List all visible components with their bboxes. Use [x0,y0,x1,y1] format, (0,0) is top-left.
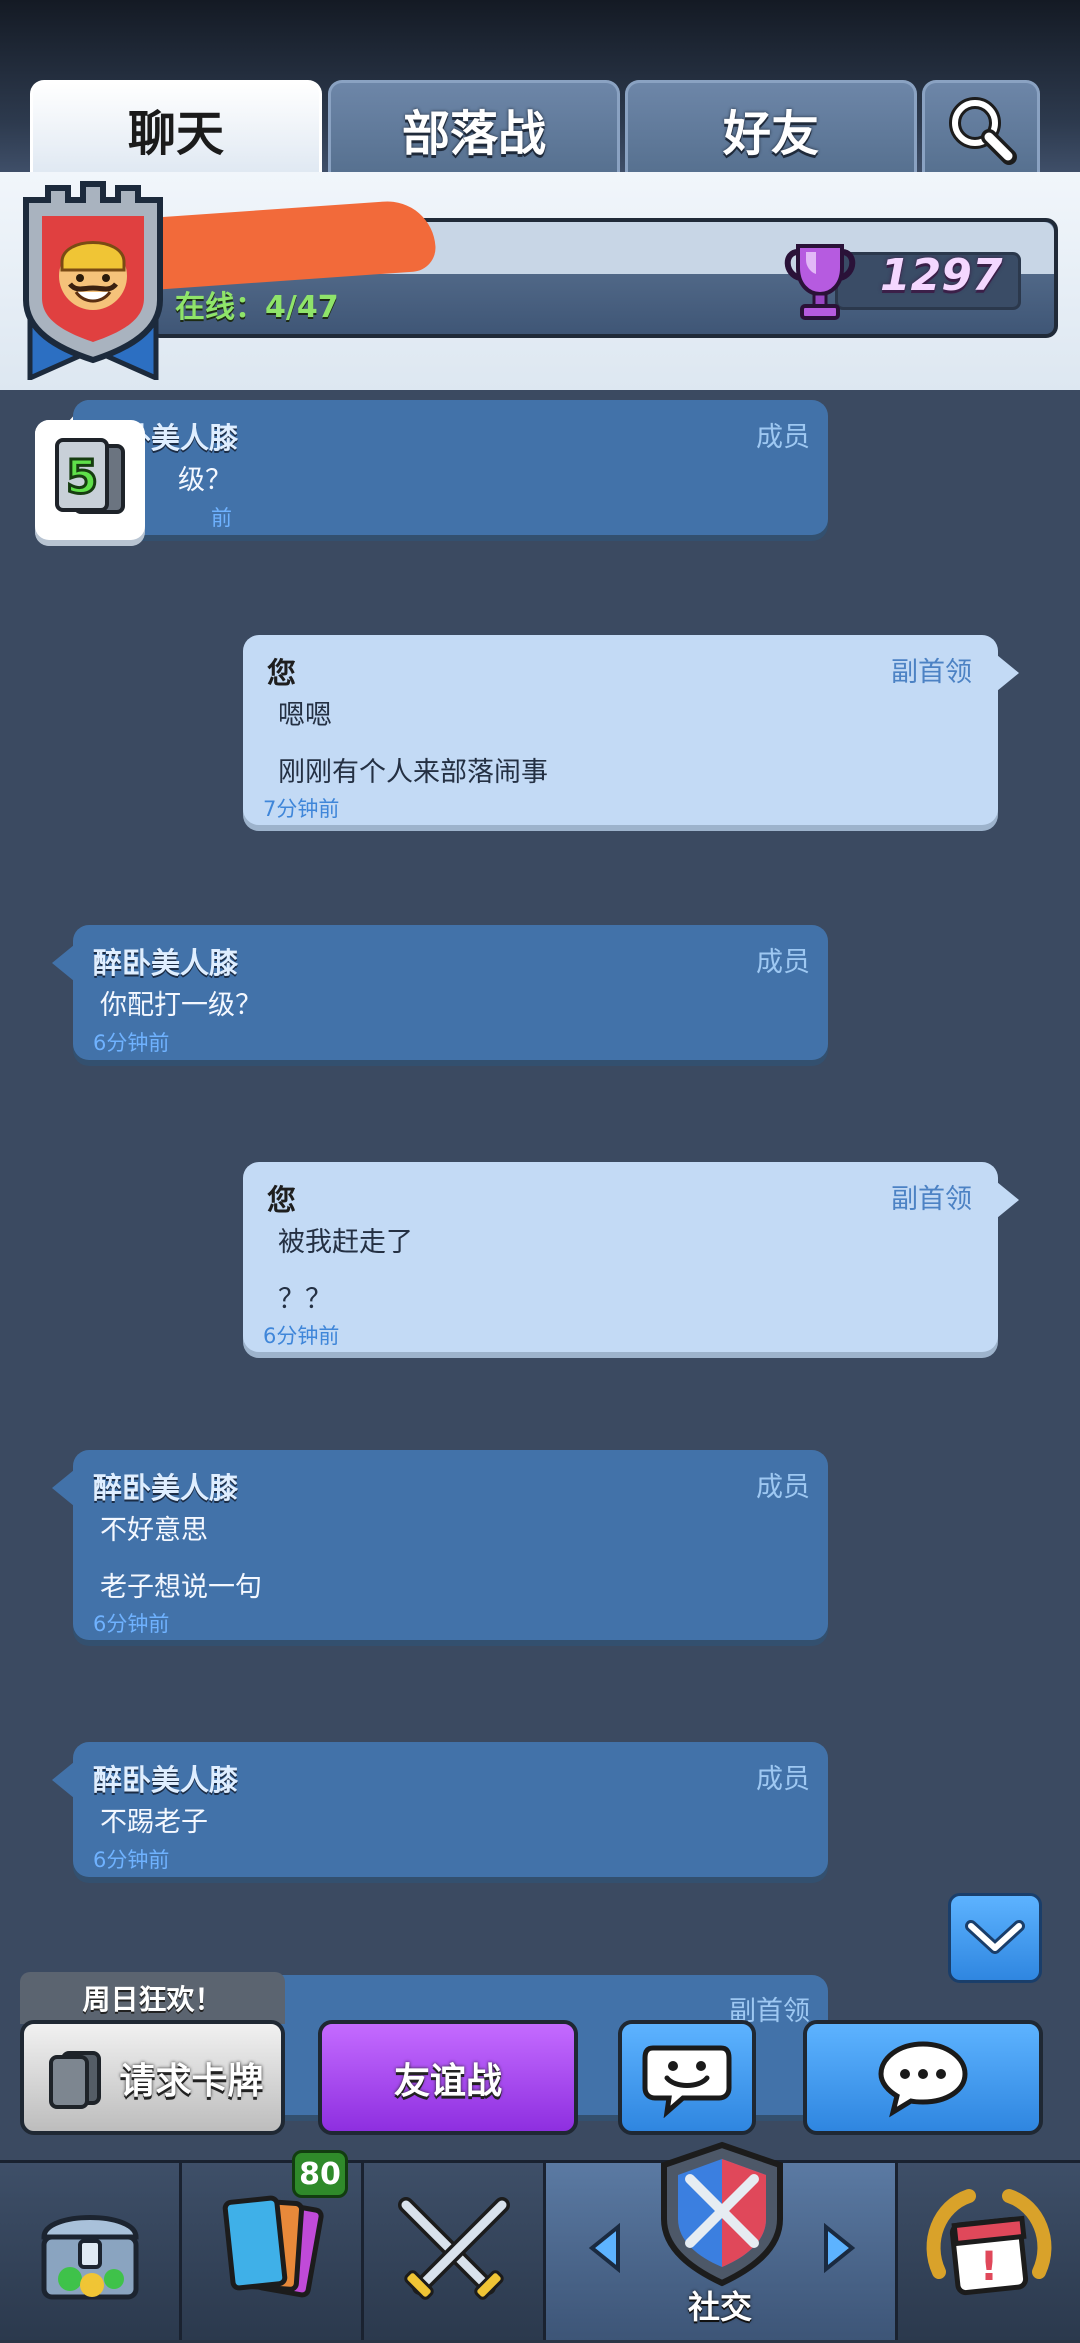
message-text: 不踢老子 [100,1807,208,1838]
chat-message[interactable]: 醉卧美人膝 成员 你配打一级？ 6分钟前 [73,925,828,1060]
tab-chat-label: 聊天 [127,106,224,162]
request-cards-button[interactable]: 请求卡牌 [20,2020,285,2135]
chat-bubble-icon [878,2040,968,2117]
svg-text:!: ! [980,2244,998,2290]
cards-icon [49,2050,102,2109]
nav-events[interactable]: ! [898,2163,1080,2340]
chat-message[interactable]: 醉卧美人膝 成员 级？ 前 [73,400,828,535]
message-time: 6分钟前 [263,1324,340,1348]
message-role: 副首领 [891,657,972,688]
message-time: 前 [211,506,232,530]
message-role: 成员 [756,422,810,453]
smiley-chat-icon [642,2045,732,2118]
cards-icon: 5 [55,438,125,514]
message-sender: 醉卧美人膝 [93,1471,239,1505]
card-deck-icon [222,2195,324,2297]
message-sender: 您 [267,656,297,690]
message-text: 不好意思 [100,1515,208,1546]
scroll-down-button[interactable] [948,1893,1042,1983]
trophy-icon [784,244,856,320]
bubble-tail [52,945,74,981]
cards-upgrade-badge: 80 [292,2150,348,2198]
bubble-tail [52,1762,74,1798]
bubble-tail [52,1470,74,1506]
nav-shop[interactable] [0,2163,182,2340]
nav-social-label: 社交 [688,2288,753,2326]
emote-button[interactable] [618,2020,756,2135]
message-text: 被我赶走了 [278,1227,413,1258]
tab-friends-label: 好友 [722,106,819,162]
arrow-right-icon [824,2223,856,2273]
tab-chat[interactable]: 聊天 [30,80,322,175]
friendly-battle-label: 友谊战 [393,2060,502,2102]
chevron-down-icon [965,1920,1025,1954]
message-time: 6分钟前 [93,1848,170,1872]
trophy-count: 1297 [880,250,1003,301]
message-text: ？？ [278,1284,332,1315]
crossed-swords-icon [397,2196,510,2300]
request-cards-label: 请求卡牌 [119,2060,264,2102]
chat-message[interactable]: 醉卧美人膝 成员 不踢老子 6分钟前 [73,1742,828,1877]
chat-input-button[interactable] [803,2020,1043,2135]
clan-badge-icon[interactable] [18,180,168,380]
clan-shield-icon [661,2141,783,2287]
online-count: 在线：4/47 [175,290,339,325]
message-text: 刚刚有个人来部落闹事 [278,757,548,788]
message-text: 你配打一级？ [100,990,262,1021]
chat-message[interactable]: 醉卧美人膝 成员 不好意思 老子想说一句 6分钟前 [73,1450,828,1640]
chat-message-mine[interactable]: 您 副首领 被我赶走了 ？？ 6分钟前 [243,1162,998,1352]
bubble-tail [997,655,1019,691]
nav-battle[interactable] [364,2163,546,2340]
chat-message-mine[interactable]: 您 副首领 嗯嗯 刚刚有个人来部落闹事 7分钟前 [243,635,998,825]
message-role: 成员 [756,1764,810,1795]
tab-search[interactable] [922,80,1040,175]
message-text: 老子想说一句 [100,1572,262,1603]
card-counter-value-overlay: 5 [66,450,98,504]
card-counter-overlay: 5 [35,420,145,540]
message-text: 嗯嗯 [278,700,332,731]
calendar-event-icon: ! [926,2188,1052,2295]
message-role: 成员 [756,1472,810,1503]
arrow-left-icon [588,2223,620,2273]
message-sender: 您 [267,1183,297,1217]
bubble-tail [997,1182,1019,1218]
tab-clan-war-label: 部落战 [401,106,546,162]
message-time: 6分钟前 [93,1612,170,1636]
message-sender: 醉卧美人膝 [93,1763,239,1797]
message-text: 级？ [178,465,232,496]
search-icon [949,97,1017,165]
message-time: 6分钟前 [93,1031,170,1055]
friendly-battle-button[interactable]: 友谊战 [318,2020,578,2135]
sunday-event-label: 周日狂欢！ [20,1972,285,2024]
tab-clan-war[interactable]: 部落战 [328,80,620,175]
message-role: 副首领 [891,1184,972,1215]
treasure-chest-icon [40,2214,139,2299]
message-time: 7分钟前 [263,797,340,821]
message-role: 成员 [756,947,810,978]
message-sender: 醉卧美人膝 [93,946,239,980]
tab-friends[interactable]: 好友 [625,80,917,175]
